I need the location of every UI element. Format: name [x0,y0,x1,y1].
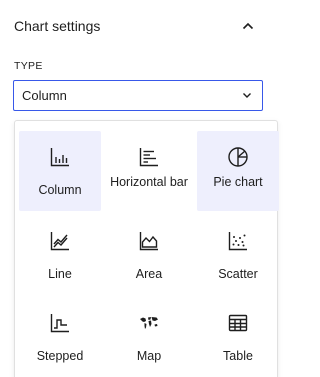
option-label: Map [136,349,162,363]
collapse-button[interactable] [236,14,260,38]
table-icon [197,311,279,335]
panel-title: Chart settings [14,18,101,34]
option-map[interactable]: Map [108,297,190,377]
pie-chart-icon [197,145,279,169]
chevron-up-icon [241,19,255,33]
option-label: Pie chart [213,175,263,189]
stepped-chart-icon [19,311,101,335]
option-label: Column [38,183,82,197]
option-label: Stepped [36,349,84,363]
type-label: TYPE [14,60,43,72]
chart-type-select[interactable]: Column [13,80,263,111]
area-chart-icon [108,229,190,253]
column-chart-icon [19,145,101,169]
option-table[interactable]: Table [197,297,279,377]
chart-settings-header[interactable]: Chart settings [0,0,279,52]
option-scatter[interactable]: Scatter [197,215,279,295]
chevron-down-icon [240,88,254,102]
option-line[interactable]: Line [19,215,101,295]
option-label: Area [135,267,163,281]
horizontal-bar-chart-icon [108,145,190,169]
option-horizontal-bar[interactable]: Horizontal bar [108,131,190,211]
line-chart-icon [19,229,101,253]
scatter-chart-icon [197,229,279,253]
option-column[interactable]: Column [19,131,101,211]
chart-type-popover: Column Horizontal bar Pie chart Line Are… [14,120,279,377]
option-pie-chart[interactable]: Pie chart [197,131,279,211]
option-label: Table [223,349,253,363]
option-label: Horizontal bar [110,175,188,189]
option-stepped[interactable]: Stepped [19,297,101,377]
option-label: Scatter [218,267,258,281]
select-value: Column [22,88,67,103]
option-area[interactable]: Area [108,215,190,295]
map-chart-icon [108,311,190,335]
option-label: Line [48,267,72,281]
